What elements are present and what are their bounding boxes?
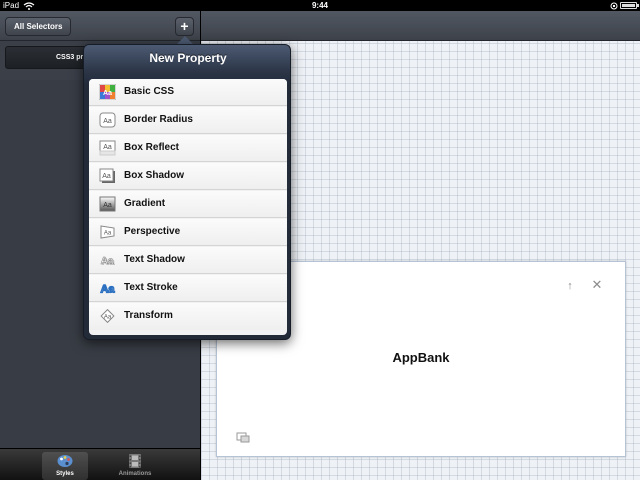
text-shadow-icon: Aa Aa bbox=[100, 256, 115, 268]
menu-label: Transform bbox=[124, 310, 173, 321]
text-stroke-icon: Aa bbox=[100, 283, 116, 296]
svg-text:Aa: Aa bbox=[104, 315, 112, 321]
palette-icon bbox=[57, 455, 73, 467]
menu-item-text-stroke[interactable]: Aa Text Stroke bbox=[89, 275, 287, 302]
menu-label: Perspective bbox=[124, 226, 181, 237]
menu-item-border-radius[interactable]: Aa Border Radius bbox=[89, 107, 287, 134]
all-selectors-button[interactable]: All Selectors bbox=[5, 17, 72, 36]
status-bar: iPad 9:44 bbox=[0, 0, 640, 11]
menu-item-basic-css[interactable]: Aa Basic CSS bbox=[89, 79, 287, 106]
resize-icon[interactable] bbox=[236, 432, 250, 443]
property-list: Aa Basic CSS Aa Border Radius Aa Box Ref… bbox=[89, 79, 287, 335]
svg-text:Aa: Aa bbox=[102, 173, 111, 180]
preview-text: AppBank bbox=[392, 350, 450, 365]
menu-item-text-shadow[interactable]: Aa Aa Text Shadow bbox=[89, 247, 287, 274]
menu-item-transform[interactable]: Aa Transform bbox=[89, 303, 287, 330]
tab-bar: Styles Animations bbox=[0, 448, 200, 480]
menu-item-gradient[interactable]: Aa Gradient bbox=[89, 191, 287, 218]
battery-icon bbox=[620, 2, 639, 9]
svg-text:Aa: Aa bbox=[101, 256, 114, 267]
tab-animations-label: Animations bbox=[118, 471, 152, 477]
status-time: 9:44 bbox=[311, 1, 328, 10]
menu-label: Border Radius bbox=[124, 114, 193, 125]
menu-label: Basic CSS bbox=[124, 86, 175, 97]
tab-styles-label: Styles bbox=[56, 471, 74, 477]
svg-text:Aa: Aa bbox=[103, 202, 112, 209]
box-shadow-icon: Aa bbox=[99, 168, 115, 183]
svg-text:Aa: Aa bbox=[103, 118, 112, 125]
svg-text:Aa: Aa bbox=[103, 144, 112, 151]
perspective-icon: Aa bbox=[100, 225, 115, 239]
popover-title: New Property bbox=[149, 51, 227, 65]
menu-item-box-reflect[interactable]: Aa Box Reflect bbox=[89, 135, 287, 162]
border-radius-icon: Aa bbox=[99, 112, 116, 128]
tab-animations[interactable]: Animations bbox=[112, 452, 158, 480]
gradient-icon: Aa bbox=[99, 196, 116, 212]
box-reflect-icon: Aa bbox=[99, 140, 116, 156]
tab-styles[interactable]: Styles bbox=[42, 452, 88, 480]
menu-label: Text Stroke bbox=[124, 282, 178, 293]
basic-css-icon: Aa bbox=[99, 84, 116, 100]
svg-text:Aa: Aa bbox=[100, 284, 115, 296]
new-property-popover: New Property Aa Basic CSS Aa Border Radi… bbox=[83, 44, 291, 340]
menu-label: Box Shadow bbox=[124, 170, 185, 181]
svg-text:Aa: Aa bbox=[103, 90, 112, 97]
add-property-button[interactable]: + bbox=[175, 17, 194, 36]
sidebar-toolbar: All Selectors + bbox=[0, 11, 200, 41]
arrow-up-icon[interactable]: ↑ bbox=[565, 280, 575, 292]
menu-label: Box Reflect bbox=[124, 142, 180, 153]
selector-label: CSS3 pr bbox=[56, 54, 84, 61]
close-icon[interactable]: ✕ bbox=[591, 278, 603, 291]
rotation-lock-icon bbox=[610, 2, 618, 10]
transform-icon: Aa bbox=[100, 308, 115, 324]
svg-text:Aa: Aa bbox=[104, 231, 112, 237]
canvas-toolbar bbox=[201, 11, 640, 41]
film-icon bbox=[129, 454, 141, 468]
menu-label: Gradient bbox=[124, 198, 166, 209]
menu-item-box-shadow[interactable]: Aa Box Shadow bbox=[89, 163, 287, 190]
menu-label: Text Shadow bbox=[124, 254, 185, 265]
menu-item-perspective[interactable]: Aa Perspective bbox=[89, 219, 287, 246]
